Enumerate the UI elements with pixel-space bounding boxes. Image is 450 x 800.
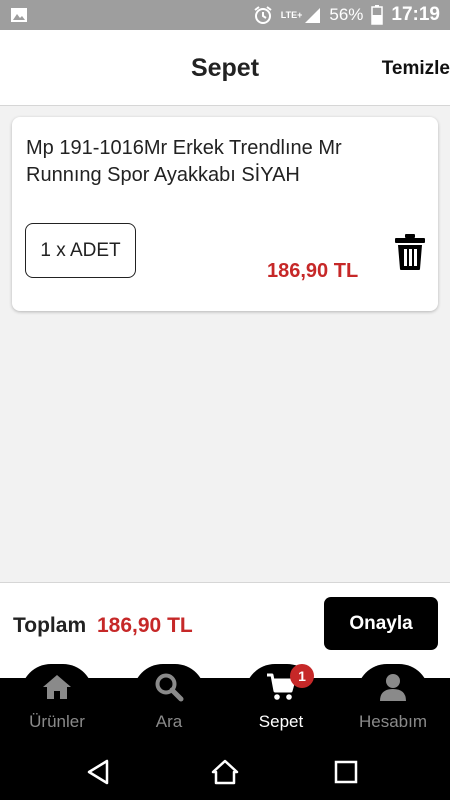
nav-item-hesabim[interactable]: Hesabım <box>348 672 438 742</box>
image-icon <box>11 8 27 22</box>
nav-label: Hesabım <box>358 712 428 731</box>
item-price: 186,90 TL <box>267 260 359 282</box>
product-title: Mp 191-1016Mr Erkek Trendlıne Mr Runnıng… <box>26 137 342 186</box>
clear-cart-button[interactable]: Temizle <box>382 58 450 80</box>
home-icon <box>43 675 71 699</box>
app-header: Sepet Temizle <box>0 30 450 106</box>
cart-item-card: Mp 191-1016Mr Erkek Trendlıne Mr Runnıng… <box>12 117 438 311</box>
nav-label: Sepet <box>258 712 304 731</box>
trash-icon[interactable] <box>394 233 426 271</box>
alarm-icon <box>254 6 272 24</box>
system-nav-bar <box>0 744 450 800</box>
nav-item-sepet[interactable]: 1 Sepet <box>236 664 326 742</box>
signal-icon <box>305 8 321 23</box>
total-value: 186,90 TL <box>97 614 193 637</box>
battery-icon <box>371 5 384 25</box>
status-bar: LTE+ 56% 17:19 <box>0 0 450 30</box>
back-icon[interactable] <box>85 758 113 786</box>
recents-icon[interactable] <box>332 758 360 786</box>
nav-item-urunler[interactable]: Ürünler <box>12 672 102 742</box>
nav-label: Ara <box>155 712 183 731</box>
battery-percent: 56% <box>329 5 364 24</box>
home-button-icon[interactable] <box>211 758 239 786</box>
nav-label: Ürünler <box>29 712 85 731</box>
clock: 17:19 <box>391 4 440 25</box>
nav-item-ara[interactable]: Ara <box>124 672 214 742</box>
network-type: LTE+ <box>280 10 303 20</box>
user-icon <box>380 674 406 701</box>
bottom-nav: Ürünler Ara 1 Sepet Hesabım <box>0 664 450 744</box>
search-icon <box>155 673 184 702</box>
cart-badge: 1 <box>290 664 314 688</box>
quantity-button[interactable]: 1 x ADET <box>25 223 136 278</box>
total-label: Toplam <box>13 614 87 637</box>
confirm-button[interactable]: Onayla <box>324 597 438 650</box>
